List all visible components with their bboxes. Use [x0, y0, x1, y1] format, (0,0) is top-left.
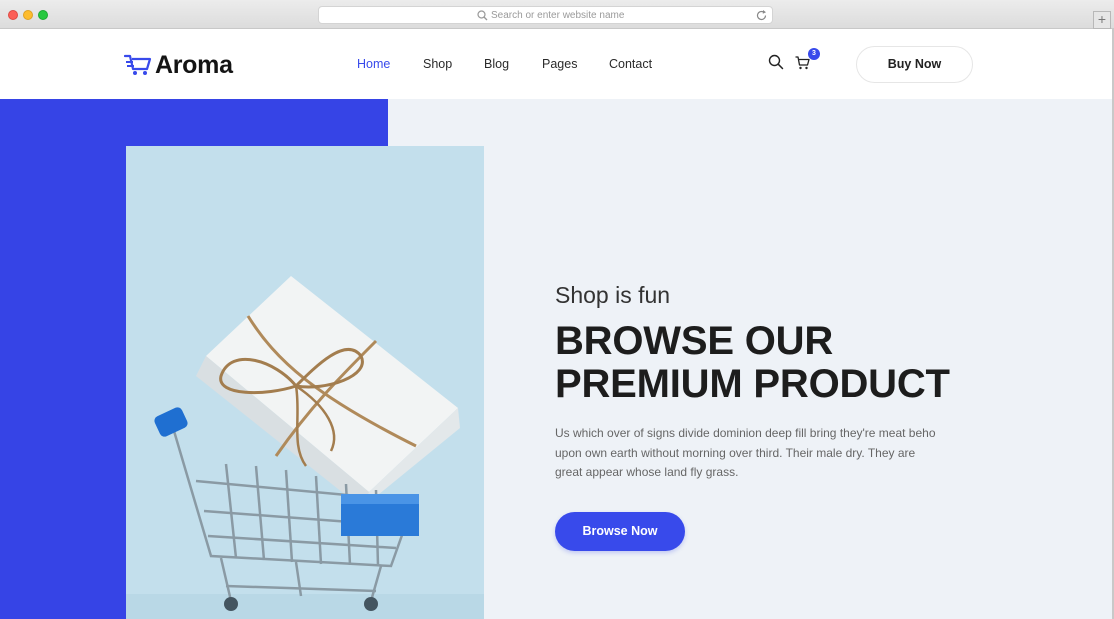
buy-now-button[interactable]: Buy Now — [856, 46, 973, 83]
logo[interactable]: Aroma — [124, 51, 233, 79]
nav-home[interactable]: Home — [357, 56, 390, 72]
nav-pages[interactable]: Pages — [542, 56, 577, 72]
new-tab-button[interactable]: + — [1093, 11, 1111, 29]
gift-box — [196, 276, 460, 508]
gift-cart-illustration — [126, 276, 484, 619]
nav-contact[interactable]: Contact — [609, 56, 652, 72]
maximize-window-button[interactable] — [38, 10, 48, 20]
reload-icon[interactable] — [755, 9, 768, 22]
close-window-button[interactable] — [8, 10, 18, 20]
site-header: Aroma Home Shop Blog Pages Contact 3 Buy… — [0, 29, 1114, 99]
hero-headline: BROWSE OUR PREMIUM PRODUCT — [555, 320, 950, 406]
cart-icon[interactable] — [795, 56, 810, 70]
nav-shop[interactable]: Shop — [423, 56, 452, 72]
cart-count-badge: 3 — [808, 48, 820, 60]
search-icon[interactable] — [768, 54, 784, 70]
logo-text: Aroma — [155, 51, 233, 79]
headline-line-2: PREMIUM PRODUCT — [555, 362, 950, 406]
hero-description: Us which over of signs divide dominion d… — [555, 426, 936, 479]
hero-image — [126, 146, 484, 619]
shopping-cart-icon — [124, 54, 152, 75]
hero-subtitle: Shop is fun — [555, 282, 671, 308]
search-icon — [477, 10, 488, 21]
headline-line-1: BROWSE OUR — [555, 319, 834, 363]
browser-toolbar: Search or enter website name + — [0, 0, 1114, 29]
address-placeholder: Search or enter website name — [491, 10, 625, 21]
address-bar[interactable]: Search or enter website name — [318, 6, 773, 24]
nav-blog[interactable]: Blog — [484, 56, 509, 72]
minimize-window-button[interactable] — [23, 10, 33, 20]
browse-now-button[interactable]: Browse Now — [555, 512, 685, 551]
